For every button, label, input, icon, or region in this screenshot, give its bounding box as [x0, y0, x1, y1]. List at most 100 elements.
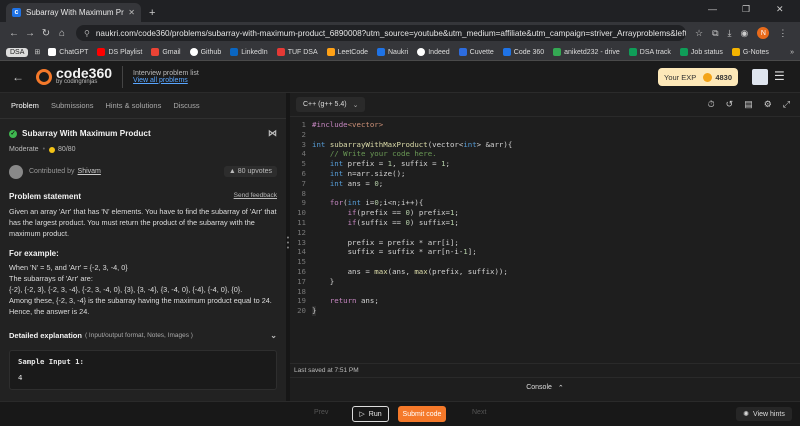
line-number: 3 — [301, 139, 306, 149]
bookmark-dsa-track[interactable]: DSA track — [628, 48, 671, 56]
home-icon[interactable]: ⌂ — [54, 28, 70, 39]
layout-icon[interactable]: ▤ — [744, 99, 753, 110]
exp-value: 4830 — [715, 72, 732, 82]
bookmark-code360[interactable]: Code 360 — [502, 48, 544, 56]
browser-tab[interactable]: c Subarray With Maximum Produ ✕ — [6, 3, 141, 22]
exp-badge[interactable]: Your EXP 4830 — [658, 68, 738, 86]
reset-code-icon[interactable]: ↺ — [726, 99, 734, 110]
bookmark-star-icon[interactable]: ☆ — [695, 28, 703, 39]
close-tab-icon[interactable]: ✕ — [128, 8, 135, 17]
forward-icon[interactable]: → — [22, 28, 38, 39]
next-button[interactable]: Next — [472, 409, 486, 416]
example-line: Hence, the answer is 24. — [9, 307, 90, 316]
maximize-icon[interactable]: ❐ — [742, 4, 750, 15]
bookmark-dsa[interactable]: DSA — [6, 47, 29, 57]
new-tab-icon[interactable]: + — [149, 7, 155, 19]
header-divider — [122, 65, 124, 88]
problem-tabs: Problem Submissions Hints & solutions Di… — [0, 93, 286, 119]
submit-code-button[interactable]: Submit code — [398, 406, 446, 422]
line-number: 5 — [301, 159, 306, 169]
language-label: C++ (g++ 5.4) — [303, 101, 347, 108]
apps-grid-icon[interactable]: ⊞ — [34, 48, 40, 56]
bottom-action-bar: Prev ▷ Run Submit code Next ✺ View hints — [0, 401, 800, 426]
browser-menu-icon[interactable]: ⋮ — [778, 28, 787, 39]
view-hints-label: View hints — [753, 410, 785, 418]
browser-tab-strip: c Subarray With Maximum Produ ✕ + — ❐ ✕ — [0, 0, 800, 22]
settings-gear-icon[interactable]: ⚙ — [764, 99, 772, 110]
example-line: The subarrays of 'Arr' are: — [9, 274, 93, 283]
code-line: int subarrayWithMaxProduct(vector<int> &… — [312, 139, 513, 149]
line-number: 4 — [301, 149, 306, 159]
back-icon[interactable]: ← — [6, 28, 22, 39]
hamburger-menu-icon[interactable]: ☰ — [774, 69, 785, 83]
view-all-problems-link[interactable]: View all problems — [133, 77, 199, 84]
bookmarks-bar: DSA ⊞ ChatGPT DS Playlist Gmail Github L… — [0, 44, 800, 61]
coin-icon — [703, 72, 713, 82]
view-hints-button[interactable]: ✺ View hints — [736, 407, 792, 421]
problem-title: Subarray With Maximum Product — [22, 129, 151, 138]
bookmark-linkedin[interactable]: LinkedIn — [230, 48, 268, 56]
extensions-icon[interactable]: ⧉ — [712, 28, 718, 39]
solved-check-icon: ✓ — [9, 129, 17, 138]
code360-logo[interactable]: code360 by codingninjas — [36, 66, 112, 86]
code-line: return ans; — [329, 296, 379, 306]
reload-icon[interactable]: ↻ — [38, 28, 54, 39]
close-window-icon[interactable]: ✕ — [776, 4, 784, 15]
line-number: 14 — [297, 247, 306, 257]
minimize-icon[interactable]: — — [708, 4, 717, 14]
code-line: ans = max(ans, max(prefix, suffix)); — [312, 266, 508, 276]
extension-icon[interactable]: ◉ — [741, 28, 749, 39]
site-info-icon[interactable]: ⚲ — [84, 29, 90, 38]
more-bookmarks-icon[interactable]: » — [790, 49, 794, 56]
detailed-explanation-toggle[interactable]: Detailed explanation ( Input/output form… — [9, 331, 277, 340]
chevron-up-icon: ⌃ — [557, 384, 564, 392]
user-avatar[interactable] — [752, 69, 768, 85]
exp-label: Your EXP — [664, 72, 697, 82]
bookmark-gmail[interactable]: Gmail — [151, 48, 181, 56]
console-toggle[interactable]: Console ⌃ — [290, 377, 800, 397]
bookmark-leetcode[interactable]: LeetCode — [326, 48, 368, 56]
share-icon[interactable]: ⋈ — [268, 128, 277, 139]
line-number: 19 — [297, 296, 306, 306]
fullscreen-icon[interactable]: ⤢ — [783, 99, 790, 110]
back-arrow-icon[interactable]: ← — [12, 70, 28, 84]
bookmark-drive[interactable]: aniketd232 - drive — [553, 48, 620, 56]
url-field[interactable]: ⚲ naukri.com/code360/problems/subarray-w… — [76, 25, 686, 41]
bookmark-job-status[interactable]: Job status — [679, 48, 723, 56]
bookmark-github[interactable]: Github — [189, 48, 221, 56]
bookmark-g-notes[interactable]: G-Notes — [731, 48, 769, 56]
timer-icon[interactable]: ⏱ — [708, 99, 715, 110]
tab-submissions[interactable]: Submissions — [51, 101, 94, 110]
bookmark-tuf-dsa[interactable]: TUF DSA — [276, 48, 318, 56]
line-number: 17 — [297, 276, 306, 286]
difficulty-label: Moderate — [9, 146, 39, 153]
tab-discuss[interactable]: Discuss — [173, 101, 199, 110]
example-line: When 'N' = 5, and 'Arr' = {-2, 3, -4, 0} — [9, 263, 128, 272]
prev-button[interactable]: Prev — [314, 409, 328, 416]
line-number: 9 — [301, 198, 306, 208]
language-select[interactable]: C++ (g++ 5.4) ⌄ — [296, 97, 366, 112]
score-coin-icon — [49, 146, 56, 153]
profile-avatar[interactable]: N — [757, 27, 770, 39]
bookmark-cuvette[interactable]: Cuvette — [458, 48, 494, 56]
logo-ring-icon — [36, 68, 52, 85]
code-line: } — [312, 276, 335, 286]
example-line: {-2}, {-2, 3}, {-2, 3, -4}, {-2, 3, -4, … — [9, 285, 243, 294]
send-feedback-link[interactable]: Send feedback — [234, 192, 277, 201]
bookmark-chatgpt[interactable]: ChatGPT — [48, 48, 88, 56]
bookmark-ds-playlist[interactable]: DS Playlist — [97, 48, 142, 56]
bookmark-indeed[interactable]: Indeed — [417, 48, 450, 56]
bookmark-naukri[interactable]: Naukri — [377, 48, 408, 56]
upvote-button[interactable]: ▲ 80 upvotes — [223, 166, 277, 177]
line-number: 7 — [301, 178, 306, 188]
linkedin-icon — [230, 48, 239, 56]
code-area[interactable]: 1 #include<vector> 2 3 int subarrayWithMax… — [290, 117, 800, 363]
contributed-label: Contributed by — [29, 168, 75, 175]
contributor-row: Contributed by Shivam ▲ 80 upvotes — [9, 163, 277, 180]
tab-hints-solutions[interactable]: Hints & solutions — [105, 101, 161, 110]
downloads-icon[interactable]: ⤓ — [728, 28, 732, 39]
tab-problem[interactable]: Problem — [11, 101, 39, 110]
last-saved-status: Last saved at 7:51 PM — [290, 363, 800, 377]
contributor-name[interactable]: Shivam — [78, 168, 101, 175]
run-button[interactable]: ▷ Run — [352, 406, 389, 422]
